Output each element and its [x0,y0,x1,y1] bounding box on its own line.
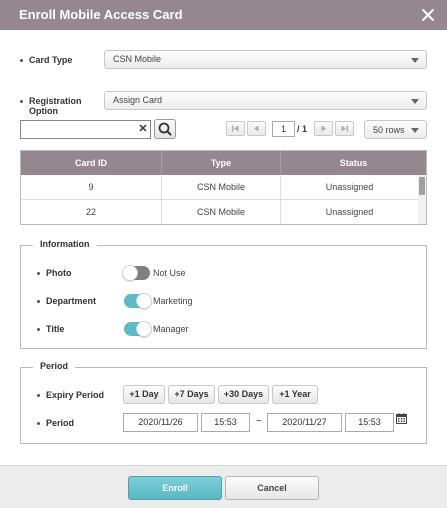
scrollbar-thumb[interactable] [419,177,425,195]
preset-1-day-button[interactable]: +1 Day [123,385,165,404]
table-scrollbar[interactable] [418,175,426,224]
search-button[interactable] [154,119,176,139]
cell-type: CSN Mobile [196,182,245,192]
bullet-icon [37,394,40,398]
column-header-card-id[interactable]: Card ID [21,151,161,175]
rows-per-page-select[interactable]: 50 rows [364,120,427,139]
search-icon [158,122,172,136]
photo-toggle[interactable] [122,265,150,281]
card-type-select[interactable]: CSN Mobile [104,50,427,69]
title-label: Title [37,324,64,334]
chevron-down-icon [411,128,419,133]
cell-card-id: 22 [85,207,96,217]
toggle-knob [122,265,138,281]
cell-status: Unassigned [325,207,374,217]
page-number-input[interactable]: 1 [272,121,295,137]
preset-7-days-button[interactable]: +7 Days [168,385,215,404]
chevron-down-icon [411,58,419,63]
bullet-icon [20,100,23,104]
table-row[interactable]: 22 CSN Mobile Unassigned [21,200,418,224]
department-toggle-text: Marketing [153,296,193,306]
start-time-input[interactable]: 15:53 [201,413,250,432]
toggle-knob [136,321,152,337]
registration-option-label: Registration Option [20,96,82,116]
period-separator: ~ [256,416,262,427]
table-header: Card ID Type Status [21,151,426,175]
period-legend: Period [33,361,76,371]
column-header-status[interactable]: Status [281,151,426,175]
preset-30-days-button[interactable]: +30 Days [218,385,269,404]
chevron-down-icon [411,99,419,104]
card-type-label: Card Type [20,55,72,65]
bullet-icon [37,300,40,304]
department-label: Department [37,296,96,306]
period-section: Period [20,361,427,444]
cancel-button[interactable]: Cancel [225,476,319,500]
title-toggle[interactable] [124,321,152,337]
enroll-button[interactable]: Enroll [128,476,222,500]
information-legend: Information [33,239,97,249]
department-toggle[interactable] [124,293,152,309]
bullet-icon [37,422,40,426]
last-page-button[interactable] [335,121,354,136]
toggle-knob [136,293,152,309]
title-toggle-text: Manager [153,324,189,334]
table-row[interactable]: 9 CSN Mobile Unassigned [21,175,418,200]
cell-status: Unassigned [325,182,374,192]
dialog-titlebar: Enroll Mobile Access Card [0,0,447,30]
column-header-type[interactable]: Type [162,151,280,175]
next-page-button[interactable] [314,121,333,136]
card-table: Card ID Type Status 9 CSN Mobile Unassig… [20,150,427,225]
preset-1-year-button[interactable]: +1 Year [272,385,318,404]
photo-toggle-text: Not Use [153,268,186,278]
close-icon[interactable] [420,7,436,23]
prev-page-icon [254,125,259,132]
first-page-button[interactable] [226,121,245,136]
bullet-icon [37,272,40,276]
cell-card-id: 9 [88,182,94,192]
expiry-period-label: Expiry Period [37,390,104,400]
photo-label: Photo [37,268,72,278]
dialog-footer [0,465,447,508]
clear-search-icon[interactable]: ✕ [137,121,149,138]
bullet-icon [37,328,40,332]
bullet-icon [20,59,23,63]
next-page-icon [321,125,326,132]
page-total: / 1 [297,124,308,134]
search-input[interactable] [20,120,151,139]
end-date-input[interactable]: 2020/11/27 [267,413,342,432]
end-time-input[interactable]: 15:53 [345,413,394,432]
registration-option-select[interactable]: Assign Card [104,91,427,110]
last-page-icon [341,125,348,132]
calendar-icon[interactable] [396,413,407,424]
dialog-title: Enroll Mobile Access Card [19,7,183,22]
period-label: Period [37,418,74,428]
start-date-input[interactable]: 2020/11/26 [123,413,198,432]
first-page-icon [232,125,239,132]
cell-type: CSN Mobile [196,207,245,217]
prev-page-button[interactable] [247,121,266,136]
